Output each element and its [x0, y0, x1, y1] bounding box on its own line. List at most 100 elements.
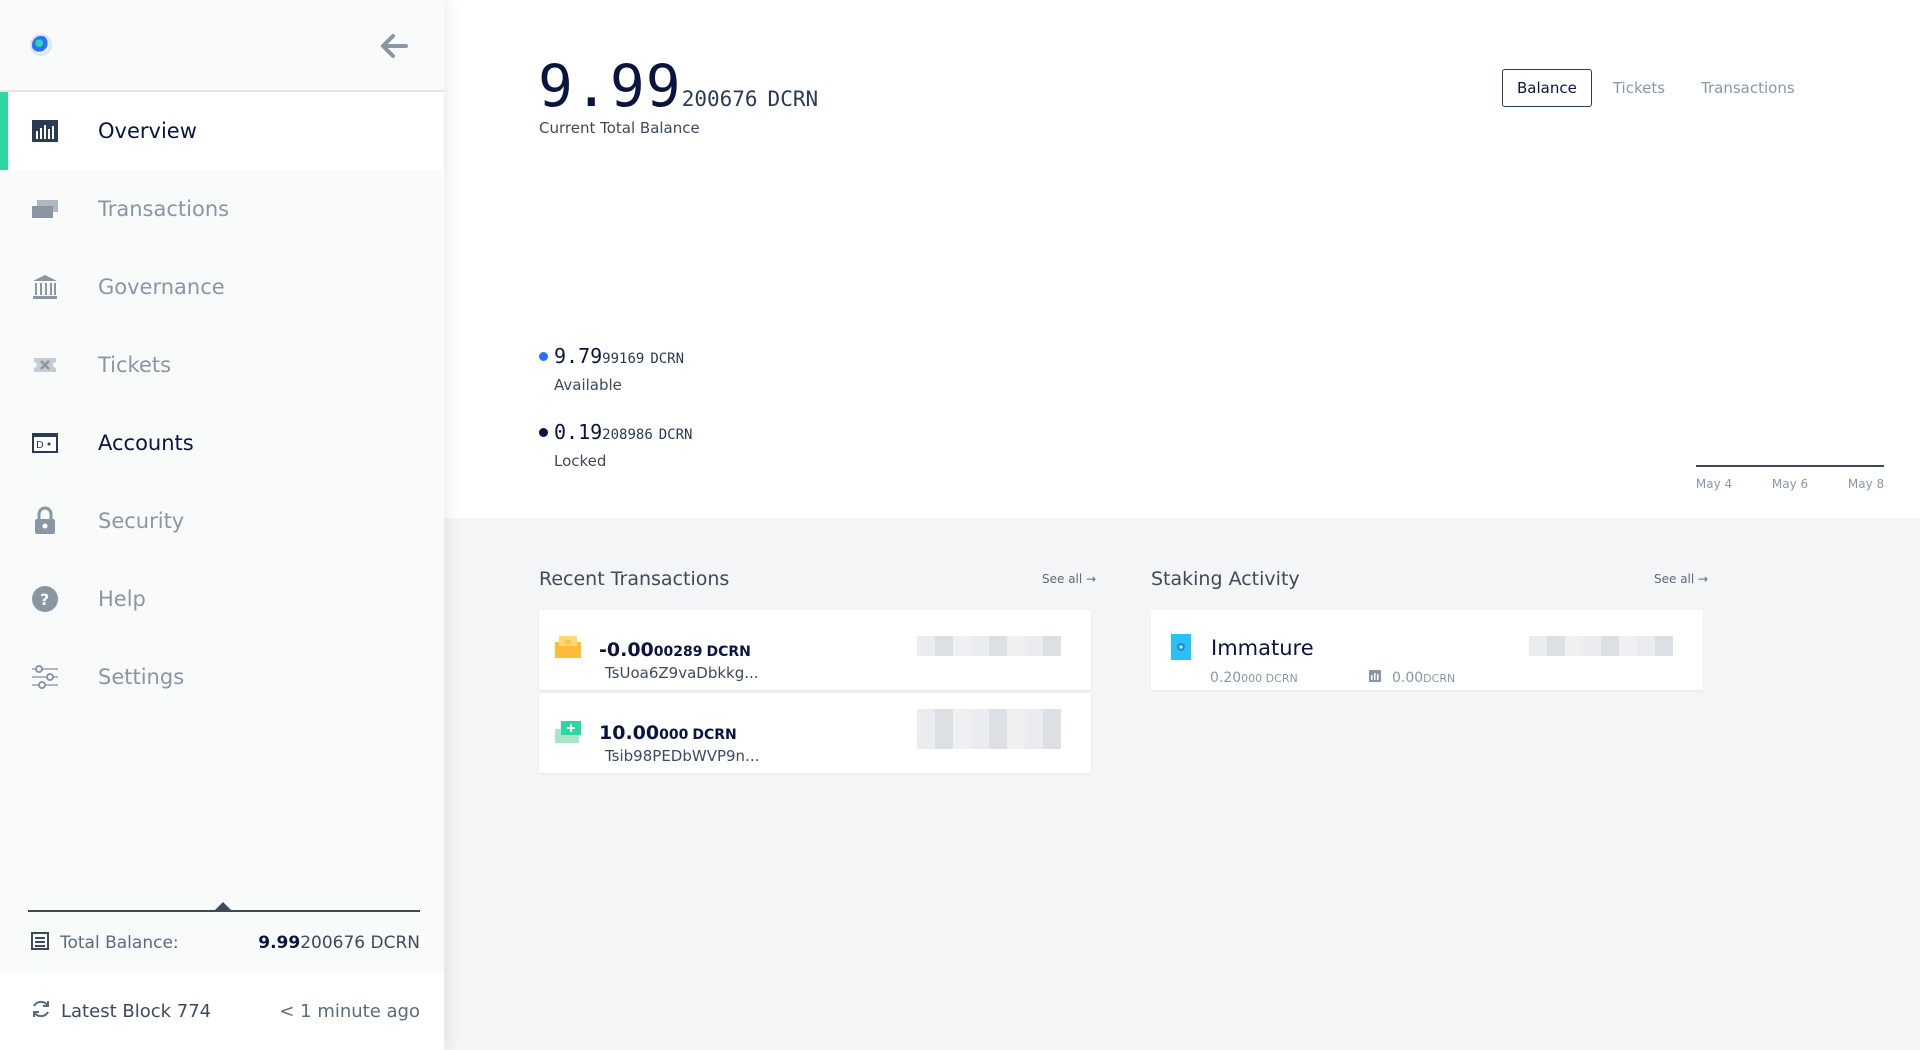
- sidebar-item-label: Settings: [98, 665, 185, 689]
- settings-icon: [30, 662, 60, 692]
- logo-icon[interactable]: [30, 34, 52, 56]
- accounts-icon: D: [30, 428, 60, 458]
- redacted-time: [917, 709, 1061, 729]
- total-balance-value: 9.99200676 DCRN: [258, 933, 420, 953]
- transaction-amount: -0.0000289 DCRN: [599, 639, 751, 661]
- reward-icon: [1368, 668, 1382, 687]
- total-balance-rest: 200676 DCRN: [300, 933, 420, 953]
- ticket-status: Immature: [1211, 636, 1314, 660]
- total-balance-row: Total Balance: 9.99200676 DCRN: [0, 914, 444, 972]
- sidebar-nav: Overview Transactions Governance Tickets…: [0, 92, 444, 716]
- staking-activity-title: Staking Activity: [1151, 568, 1300, 590]
- amount-small: 000: [659, 727, 689, 743]
- expand-caret-icon[interactable]: [214, 902, 232, 911]
- sidebar-item-label: Transactions: [98, 197, 230, 221]
- ticket-price-main: 0.20: [1210, 670, 1242, 686]
- balance-overview-panel: 9.99 200676 DCRN Current Total Balance B…: [444, 0, 1920, 518]
- amount-small: 00289: [653, 644, 703, 660]
- transaction-row[interactable]: 10.00000 DCRN Tsib98PEDbWVP9n...: [539, 691, 1091, 773]
- tab-balance[interactable]: Balance: [1502, 69, 1592, 107]
- tab-tickets[interactable]: Tickets: [1598, 69, 1680, 107]
- available-unit: DCRN: [650, 351, 685, 367]
- available-label: Available: [554, 376, 622, 394]
- available-frac: 99169: [602, 351, 645, 367]
- transaction-row[interactable]: -0.0000289 DCRN TsUoa6Z9vaDbkkg...: [539, 610, 1091, 690]
- legend-locked: 0.19 208986 DCRN Locked: [539, 420, 692, 470]
- sidebar: Overview Transactions Governance Tickets…: [0, 0, 444, 1050]
- sidebar-item-label: Tickets: [98, 353, 172, 377]
- refresh-icon[interactable]: [30, 998, 52, 1024]
- sidebar-item-label: Overview: [98, 119, 197, 143]
- sidebar-item-transactions[interactable]: Transactions: [0, 170, 444, 248]
- sidebar-item-settings[interactable]: Settings: [0, 638, 444, 716]
- ticket-reward: 0.00DCRN: [1392, 670, 1455, 686]
- transaction-address: TsUoa6Z9vaDbkkg...: [605, 664, 759, 682]
- locked-dot-icon: [539, 427, 548, 437]
- redacted-time: [917, 636, 1061, 656]
- balance-int: 9.99: [538, 52, 682, 120]
- locked-int: 0.19: [554, 420, 603, 444]
- amount-main: 10.00: [599, 722, 660, 744]
- arrow-left-icon: [381, 34, 408, 58]
- overview-icon: [30, 116, 60, 146]
- recent-transactions-see-all-link[interactable]: See all →: [1042, 572, 1096, 586]
- latest-block-row: Latest Block 774 < 1 minute ago: [0, 972, 444, 1050]
- current-total-balance: 9.99 200676 DCRN: [538, 52, 818, 120]
- tab-transactions[interactable]: Transactions: [1686, 69, 1810, 107]
- locked-unit: DCRN: [658, 427, 693, 443]
- locked-label: Locked: [554, 452, 607, 470]
- staking-activity-see-all-link[interactable]: See all →: [1654, 572, 1708, 586]
- chart-tabs: Balance Tickets Transactions: [1502, 69, 1816, 107]
- balance-chart: 036912May 4May 6May 8May 10May 12May 14M…: [1696, 465, 1884, 491]
- available-dot-icon: [539, 351, 548, 361]
- sidebar-item-governance[interactable]: Governance: [0, 248, 444, 326]
- locked-frac: 208986: [602, 427, 653, 443]
- svg-text:?: ?: [40, 590, 49, 609]
- sidebar-item-label: Governance: [98, 275, 225, 299]
- redacted-time: [917, 729, 1061, 749]
- sidebar-item-security[interactable]: Security: [0, 482, 444, 560]
- ticket-reward-main: 0.00: [1392, 670, 1424, 686]
- lock-icon: [30, 506, 60, 536]
- sent-icon: [553, 634, 583, 664]
- ticket-reward-small: DCRN: [1423, 672, 1456, 685]
- sidebar-item-label: Accounts: [98, 431, 194, 455]
- transaction-amount: 10.00000 DCRN: [599, 722, 737, 744]
- amount-main: -0.00: [599, 639, 654, 661]
- ticket-price-small: 000 DCRN: [1241, 672, 1298, 685]
- transaction-address: Tsib98PEDbWVP9n...: [605, 747, 760, 765]
- total-balance-main: 9.99: [258, 933, 301, 953]
- sidebar-header: [0, 0, 444, 92]
- received-icon: [553, 719, 583, 749]
- balance-caption: Current Total Balance: [539, 119, 700, 137]
- immature-ticket-icon: [1169, 632, 1193, 666]
- x-tick-label: May 6: [1772, 477, 1808, 491]
- sidebar-item-help[interactable]: ? Help: [0, 560, 444, 638]
- total-balance-label: Total Balance:: [60, 933, 179, 953]
- latest-block-label: Latest Block 774: [61, 1000, 212, 1022]
- amount-unit: DCRN: [706, 644, 751, 660]
- legend-available: 9.79 99169 DCRN Available: [539, 344, 684, 394]
- sidebar-divider: [28, 900, 420, 912]
- available-int: 9.79: [554, 344, 603, 368]
- help-icon: ?: [30, 584, 60, 614]
- sidebar-item-label: Security: [98, 509, 185, 533]
- sidebar-item-label: Help: [98, 587, 146, 611]
- transactions-icon: [30, 194, 60, 224]
- svg-text:D: D: [36, 440, 44, 451]
- recent-transactions-title: Recent Transactions: [539, 568, 730, 590]
- redacted-time: [1529, 636, 1673, 656]
- amount-unit: DCRN: [692, 727, 737, 743]
- latest-block-time: < 1 minute ago: [279, 1000, 420, 1022]
- wallet-icon: [30, 931, 50, 955]
- collapse-sidebar-button[interactable]: [376, 28, 412, 64]
- sidebar-item-accounts[interactable]: D Accounts: [0, 404, 444, 482]
- sidebar-item-tickets[interactable]: Tickets: [0, 326, 444, 404]
- sidebar-footer: Total Balance: 9.99200676 DCRN Latest Bl…: [0, 902, 444, 1050]
- x-tick-label: May 4: [1696, 477, 1732, 491]
- sidebar-item-overview[interactable]: Overview: [0, 92, 444, 170]
- ticket-icon: [30, 350, 60, 380]
- governance-icon: [30, 272, 60, 302]
- ticket-price: 0.20000 DCRN: [1210, 670, 1298, 686]
- ticket-row[interactable]: Immature 0.20000 DCRN 0.00DCRN: [1151, 610, 1703, 690]
